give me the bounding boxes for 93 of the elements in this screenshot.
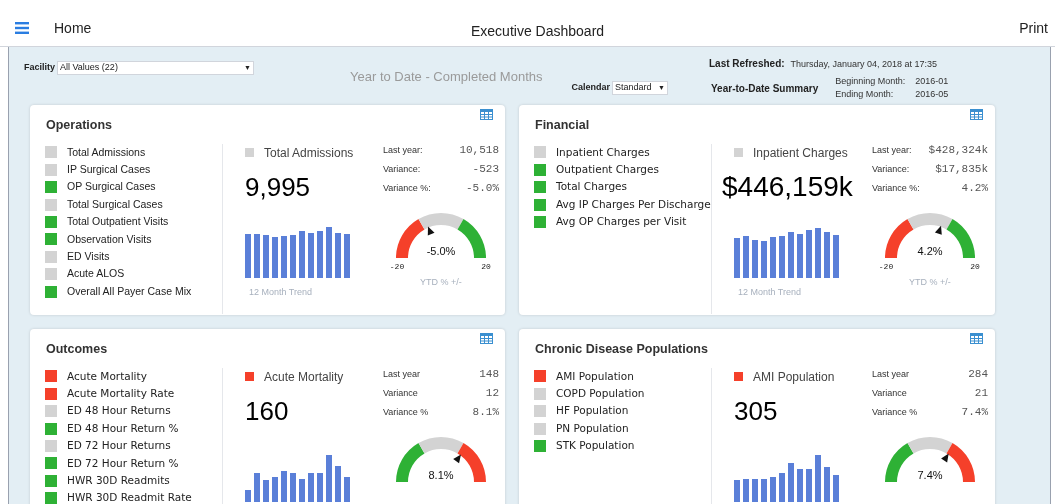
stat-label: Variance <box>872 386 907 400</box>
gauge-min: -20 <box>880 261 894 271</box>
metric-item[interactable]: Avg OP Charges per Visit <box>556 214 687 230</box>
metric-item[interactable]: Acute Mortality Rate <box>67 385 175 402</box>
metric-item[interactable]: IP Surgical Cases <box>67 161 151 178</box>
stat-value: 12 <box>485 386 499 401</box>
metric-item[interactable]: Acute ALOS <box>67 266 125 283</box>
stat-label: Last year: <box>383 143 423 157</box>
metric-item[interactable]: Inpatient Charges <box>556 144 650 161</box>
ending-month-value: 2016-05 <box>915 87 949 101</box>
table-icon[interactable] <box>970 333 983 344</box>
metric-item[interactable]: Total Surgical Cases <box>67 196 163 213</box>
metric-item[interactable]: PN Population <box>556 420 629 437</box>
metric-item[interactable]: COPD Population <box>556 385 645 402</box>
stat-value: -5.0% <box>466 181 499 196</box>
stat-label: Variance %: <box>383 181 431 195</box>
stat-value: $428,324k <box>928 143 988 158</box>
table-icon[interactable] <box>480 109 493 120</box>
metric-item[interactable]: ED 72 Hour Returns <box>67 438 171 454</box>
metric-value: 305 <box>734 394 779 427</box>
home-link[interactable]: Home <box>54 17 92 39</box>
stat-label: Variance <box>383 386 418 400</box>
menu-icon[interactable] <box>15 22 29 34</box>
gauge-caption: YTD % +/- <box>909 275 951 289</box>
stat-value: -523 <box>472 162 499 177</box>
metric-item[interactable]: ED Visits <box>67 248 110 265</box>
stat-value: 10,518 <box>459 143 499 158</box>
metric-item[interactable]: ED 48 Hour Returns <box>67 403 171 420</box>
stat-value: 8.1% <box>472 405 499 420</box>
metric-item[interactable]: HWR 30D Readmits <box>67 472 170 489</box>
metric-item[interactable]: Avg IP Charges Per Discharge <box>556 196 711 213</box>
metric-item[interactable]: Observation Visits <box>67 231 152 248</box>
calendar-label: Calendar <box>571 81 610 95</box>
card-title: Financial <box>535 117 590 134</box>
stat-label: Last year <box>872 367 910 381</box>
table-icon[interactable] <box>970 109 983 120</box>
stat-label: Variance: <box>872 162 910 176</box>
metric-item[interactable]: AMI Population <box>556 368 634 385</box>
stat-label: Last year <box>383 367 421 381</box>
gauge-value: 4.2% <box>917 244 943 257</box>
beginning-month-value: 2016-01 <box>915 74 949 88</box>
metric-heading: Acute Mortality <box>264 368 344 386</box>
beginning-month-label: Beginning Month: <box>835 74 906 88</box>
metric-item[interactable]: ED 72 Hour Return % <box>67 455 179 472</box>
metric-item[interactable]: Total Charges <box>556 179 627 196</box>
summary-label: Year-to-Date Summary <box>711 81 819 96</box>
metric-item[interactable]: ED 48 Hour Return % <box>67 420 179 437</box>
gauge-caption: YTD % +/- <box>420 275 462 289</box>
trend-caption: 12 Month Trend <box>738 285 803 299</box>
stat-label: Variance % <box>383 405 429 419</box>
gauge-value: 8.1% <box>428 468 454 481</box>
refresh-label: Last Refreshed: <box>709 57 785 71</box>
metric-heading: Inpatient Charges <box>753 144 848 162</box>
facility-label: Facility <box>24 61 55 75</box>
metric-item[interactable]: STK Population <box>556 438 635 454</box>
metric-item[interactable]: HF Population <box>556 403 629 420</box>
ending-month-label: Ending Month: <box>835 87 895 101</box>
metric-item[interactable]: Outpatient Charges <box>556 161 659 178</box>
stat-label: Variance %: <box>872 181 920 195</box>
metric-value: 9,995 <box>245 170 312 203</box>
metric-value: $446,159k <box>722 170 854 203</box>
metric-item[interactable]: Total Outpatient Visits <box>67 214 169 230</box>
stat-value: $17,835k <box>935 162 988 177</box>
table-icon[interactable] <box>480 333 493 344</box>
metric-item[interactable]: OP Surgical Cases <box>67 179 156 196</box>
stat-value: 284 <box>968 367 988 382</box>
stat-label: Last year: <box>872 143 912 157</box>
stat-value: 4.2% <box>961 181 988 196</box>
stat-label: Variance % <box>872 405 918 419</box>
print-link[interactable]: Print <box>1019 17 1048 39</box>
gauge-max: 20 <box>481 261 491 271</box>
metric-item[interactable]: Acute Mortality <box>67 368 147 385</box>
gauge-value: 7.4% <box>917 468 943 481</box>
metric-heading: AMI Population <box>753 368 835 386</box>
stat-value: 21 <box>974 386 988 401</box>
stat-value: 7.4% <box>961 405 988 420</box>
stat-label: Variance: <box>383 162 421 176</box>
period-heading: Year to Date - Completed Months <box>350 68 543 86</box>
metric-item[interactable]: Overall All Payer Case Mix <box>67 283 192 300</box>
gauge-min: -20 <box>391 261 405 271</box>
card-title: Chronic Disease Populations <box>535 341 708 358</box>
metric-value: 160 <box>245 394 290 427</box>
gauge-value: -5.0% <box>426 244 456 257</box>
page-title: Executive Dashboard <box>471 22 605 41</box>
trend-caption: 12 Month Trend <box>249 285 314 299</box>
metric-item[interactable]: Total Admissions <box>67 144 146 161</box>
card-title: Outcomes <box>46 341 108 358</box>
card-title: Operations <box>46 117 112 134</box>
metric-heading: Total Admissions <box>264 144 354 162</box>
metric-item[interactable]: HWR 30D Readmit Rate <box>67 490 192 504</box>
stat-value: 148 <box>479 367 499 382</box>
gauge-max: 20 <box>970 261 980 271</box>
refresh-time: Thursday, January 04, 2018 at 17:35 <box>790 58 937 71</box>
